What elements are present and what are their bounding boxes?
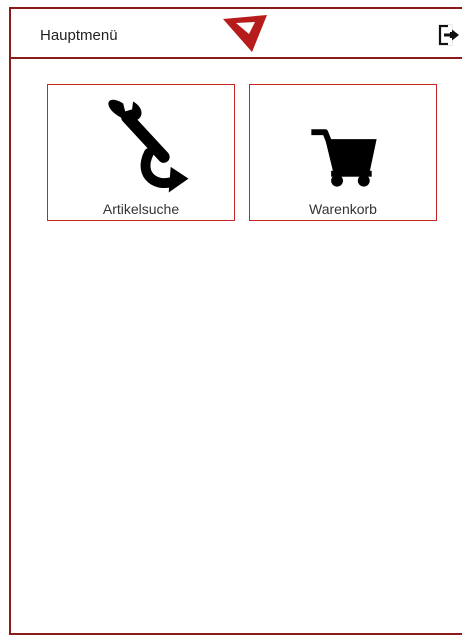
red-triangle-logo-icon	[223, 15, 267, 52]
header-bar: Hauptmenü	[11, 9, 462, 59]
tile-label-artikelsuche: Artikelsuche	[102, 201, 180, 217]
tile-warenkorb[interactable]: Warenkorb	[249, 84, 437, 221]
shopping-cart-icon	[311, 129, 377, 187]
app-frame: Hauptmenü Artikelsuche Warenkorb	[0, 0, 462, 637]
tile-artikelsuche[interactable]: Artikelsuche	[47, 84, 235, 221]
page-title: Hauptmenü	[40, 27, 118, 44]
logout-icon[interactable]	[438, 24, 460, 46]
tile-label-warenkorb: Warenkorb	[309, 201, 377, 217]
wrench-arrow-icon	[108, 99, 189, 193]
